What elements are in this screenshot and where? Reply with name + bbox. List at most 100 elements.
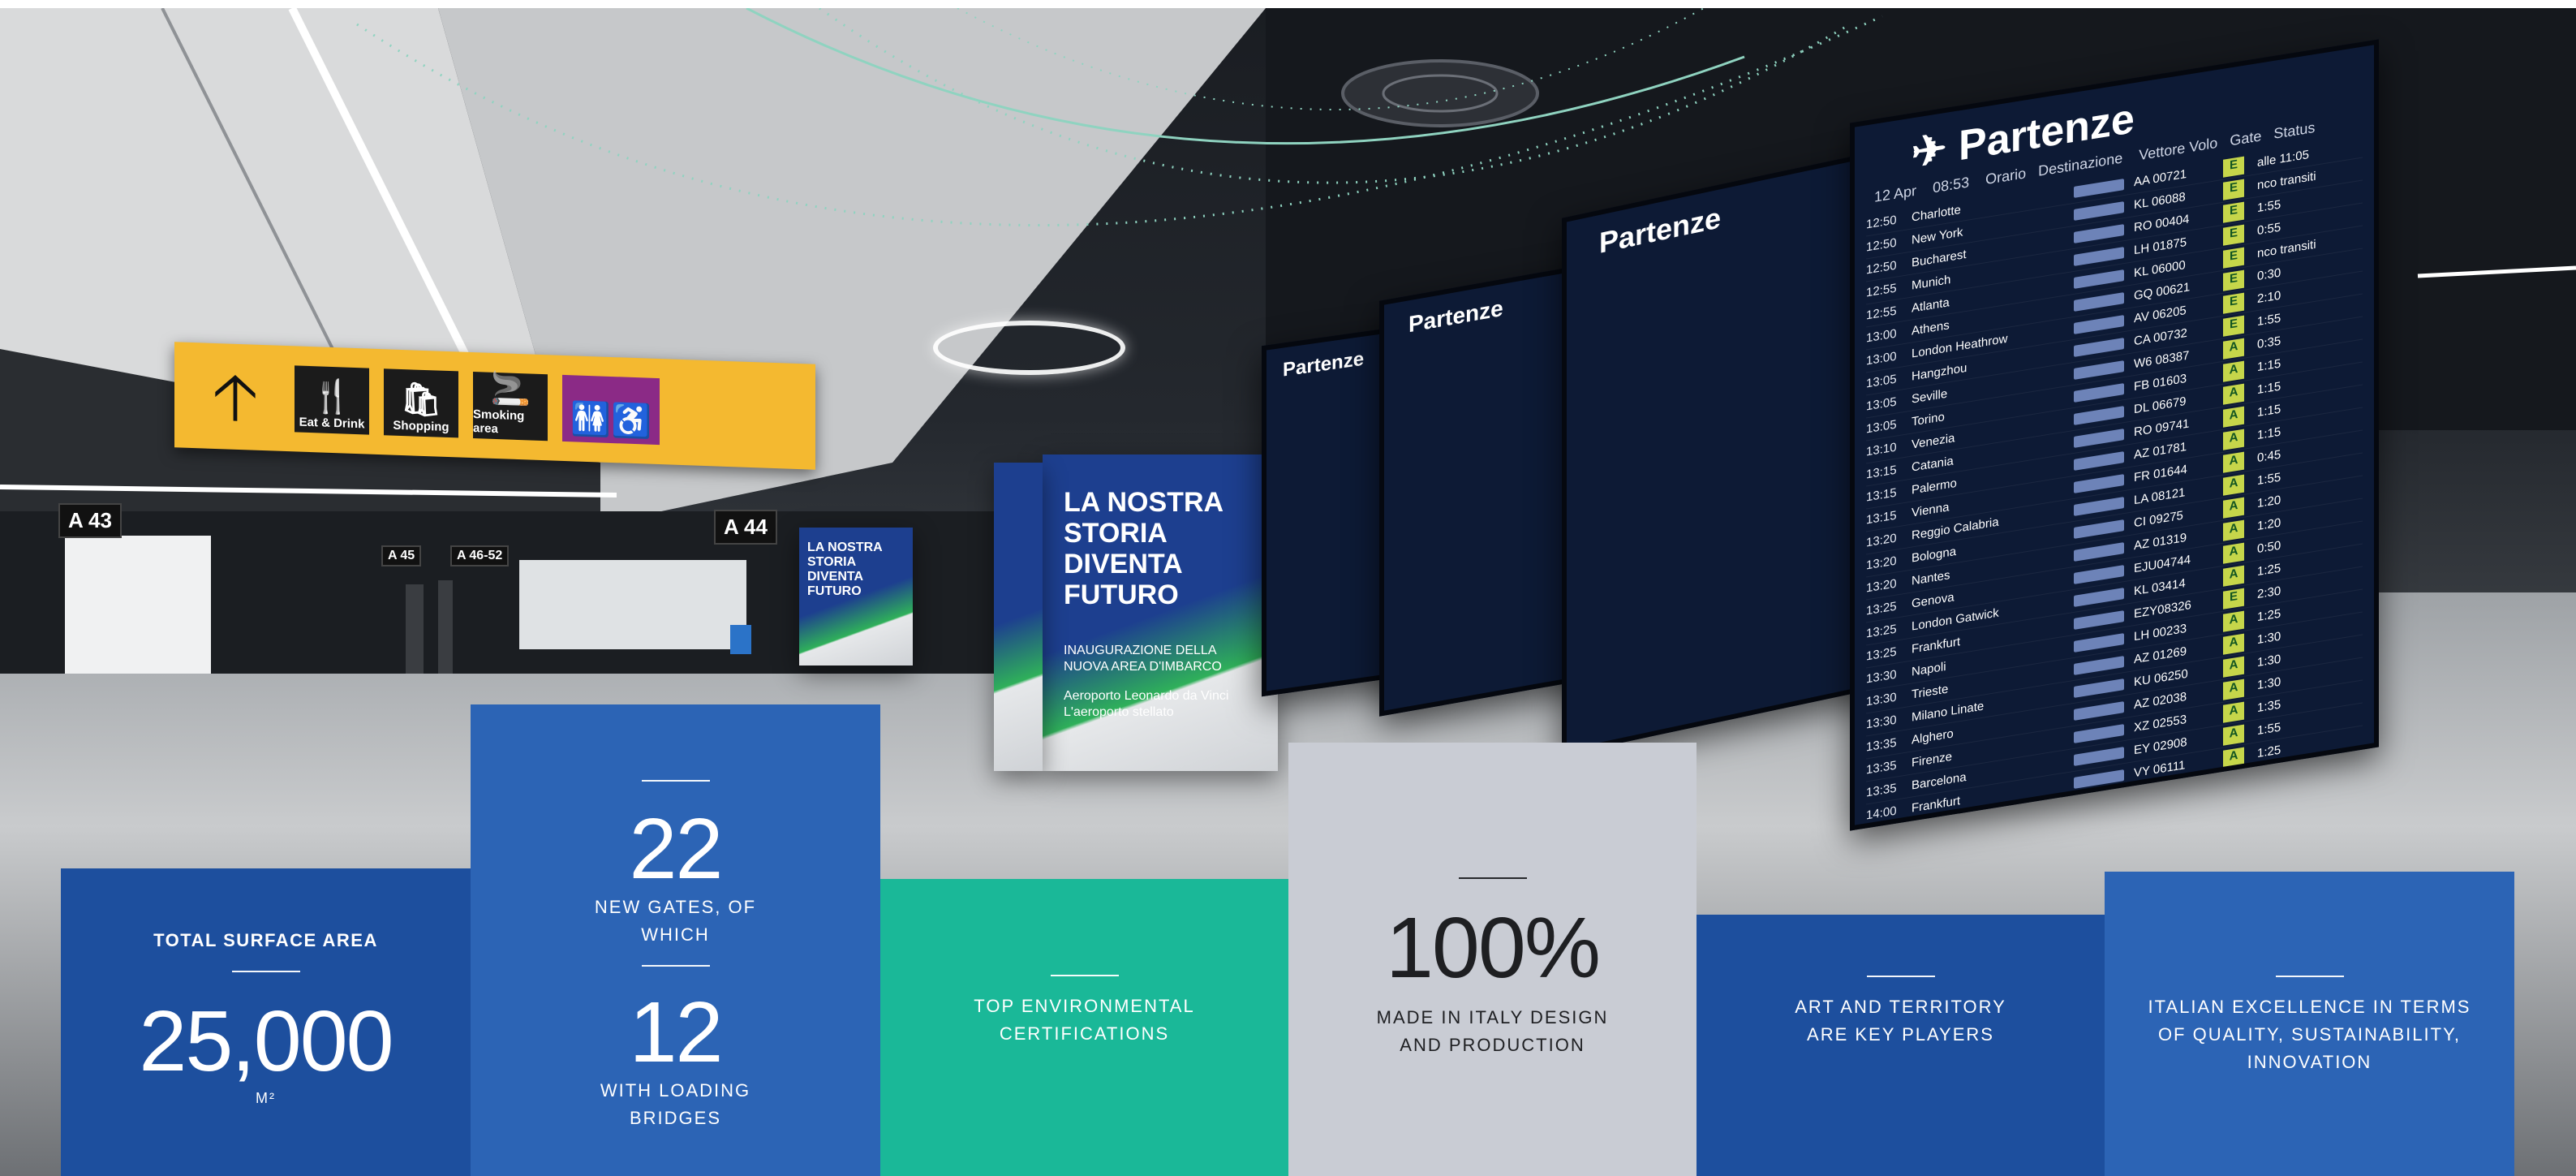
board-row-time: 12:50 (1866, 258, 1897, 278)
poster-footer: Aeroporto Leonardo da Vinci L'aeroporto … (1064, 689, 1229, 719)
board-row-status: 0:55 (2257, 220, 2281, 239)
board-row-time: 12:50 (1866, 213, 1897, 232)
carrier-logo-icon (2074, 223, 2124, 243)
board-row-status: 1:20 (2257, 493, 2281, 511)
carrier-logo-icon (2074, 541, 2124, 562)
carrier-logo-icon (2074, 291, 2124, 312)
carrier-logo-icon (2074, 564, 2124, 584)
board-row-gate: E (2223, 588, 2244, 610)
loading-bridges-caption: WITH LOADING BRIDGES (600, 1080, 751, 1128)
sign-tile-smoking: 🚬 Smoking area (473, 370, 548, 442)
poster-pillar-side (994, 463, 1043, 771)
board-row-status: 1:15 (2257, 424, 2281, 443)
gate-sign-a45: A 45 (381, 545, 422, 566)
poster-subline: INAUGURAZIONE DELLA NUOVA AREA D'IMBARCO (1064, 644, 1222, 674)
carrier-logo-icon (2074, 200, 2124, 221)
cutlery-icon: 🍴 (312, 378, 352, 416)
poster-distant: LA NOSTRA STORIA DIVENTA FUTURO (799, 528, 913, 666)
sign-label: Smoking area (473, 407, 525, 437)
loading-bridges-value: 12 (629, 984, 724, 1080)
board-row-time: 13:25 (1866, 644, 1897, 664)
board-row-time: 13:35 (1866, 758, 1897, 778)
board-row-gate: A (2223, 678, 2244, 700)
divider-rule (2275, 976, 2344, 977)
gate-sign-a46-52: A 46-52 (450, 545, 510, 566)
poster-headline: LA NOSTRA STORIA DIVENTA FUTURO (1064, 487, 1223, 610)
carrier-logo-icon (2074, 655, 2124, 675)
board-row-gate: A (2223, 519, 2244, 541)
board-row-status: 1:35 (2257, 697, 2281, 716)
board-row-time: 13:25 (1866, 599, 1897, 618)
panel-italian-excellence: ITALIAN EXCELLENCE IN TERMS OF QUALITY, … (2105, 872, 2514, 1176)
board-row-time: 13:15 (1866, 485, 1897, 505)
board-row-status: 1:25 (2257, 606, 2281, 625)
sign-label: Eat & Drink (299, 415, 365, 432)
board-row-gate: A (2223, 497, 2244, 519)
board-row-gate: A (2223, 383, 2244, 405)
board-row-time: 13:35 (1866, 735, 1897, 755)
board-row-status: 1:30 (2257, 652, 2281, 670)
carrier-logo-icon (2074, 246, 2124, 266)
board-row-gate: A (2223, 633, 2244, 655)
sign-tile-restrooms: 🚻♿ (562, 374, 660, 446)
board-row-status: 0:50 (2257, 538, 2281, 557)
ceiling-light-ring (933, 321, 1125, 375)
board-row-time: 13:05 (1866, 417, 1897, 437)
board-row-gate: E (2223, 201, 2244, 223)
panel-surface-area: TOTAL SURFACE AREA 25,000 M² (61, 868, 471, 1176)
board-row-time: 13:20 (1866, 554, 1897, 573)
board-row-status: 1:15 (2257, 402, 2281, 420)
carrier-logo-icon (2074, 587, 2124, 607)
environmental-caption: TOP ENVIRONMENTAL CERTIFICATIONS (974, 996, 1195, 1044)
surface-area-title: TOTAL SURFACE AREA (153, 930, 378, 950)
board-row-status: 1:55 (2257, 720, 2281, 739)
board-row-time: 13:35 (1866, 781, 1897, 800)
sign-label: Shopping (393, 418, 449, 435)
departure-board-main: ✈ Partenze 12 Apr 08:53 Orario Destinazi… (1850, 39, 2379, 831)
carrier-logo-icon (2074, 314, 2124, 334)
board-rows: 12:50 Charlotte AA 00721 Ealle 11:05 12:50 Ne… (1855, 127, 2374, 831)
surface-area-value: 25,000 (139, 993, 393, 1089)
board-row-gate: A (2223, 724, 2244, 746)
board-row-time: 13:25 (1866, 622, 1897, 641)
board-row-gate: A (2223, 429, 2244, 450)
panel-environmental-certifications: TOP ENVIRONMENTAL CERTIFICATIONS (880, 879, 1288, 1176)
board-row-gate: A (2223, 610, 2244, 632)
board-row-time: 13:30 (1866, 713, 1897, 732)
board-row-status: 0:45 (2257, 447, 2281, 466)
board-row-status: 2:10 (2257, 288, 2281, 307)
arrow-up-icon: 🡡 (212, 359, 259, 433)
cigarette-icon: 🚬 (490, 370, 531, 408)
board-row-gate: E (2223, 224, 2244, 246)
wayfinding-sign: 🡡 🍴 Eat & Drink 🛍 Shopping 🚬 Smoking are… (174, 342, 815, 470)
board-row-status: 1:15 (2257, 356, 2281, 375)
carrier-logo-icon (2074, 496, 2124, 516)
carrier-logo-icon (2074, 746, 2124, 766)
carrier-logo-icon (2074, 700, 2124, 721)
board-row-time: 13:00 (1866, 326, 1897, 346)
board-row-gate: A (2223, 656, 2244, 678)
board-row-time: 13:20 (1866, 576, 1897, 596)
board-row-gate: A (2223, 451, 2244, 473)
board-row-gate: E (2223, 156, 2244, 178)
carrier-logo-icon (2074, 269, 2124, 289)
board-row-status: 2:30 (2257, 584, 2281, 602)
board-row-time: 13:05 (1866, 394, 1897, 414)
board-row-gate: E (2223, 247, 2244, 269)
carrier-logo-icon (2074, 450, 2124, 471)
carrier-logo-icon (2074, 360, 2124, 380)
board-row-status: 1:25 (2257, 743, 2281, 761)
board-row-status: 1:55 (2257, 197, 2281, 216)
board-row-gate: E (2223, 269, 2244, 291)
panel-art-territory: ART AND TERRITORY ARE KEY PLAYERS (1697, 915, 2105, 1176)
new-gates-value: 22 (629, 801, 724, 897)
board-row-gate: A (2223, 701, 2244, 723)
italian-excellence-caption: ITALIAN EXCELLENCE IN TERMS OF QUALITY, … (2148, 997, 2471, 1072)
gate-sign-a44: A 44 (714, 510, 777, 545)
new-gates-caption: NEW GATES, OF WHICH (594, 897, 757, 945)
board-row-time: 13:15 (1866, 508, 1897, 528)
poster-headline: LA NOSTRA STORIA DIVENTA FUTURO (807, 541, 883, 598)
board-row-gate: E (2223, 315, 2244, 337)
divider-rule (231, 971, 300, 972)
made-in-italy-caption: MADE IN ITALY DESIGN AND PRODUCTION (1376, 1007, 1609, 1055)
